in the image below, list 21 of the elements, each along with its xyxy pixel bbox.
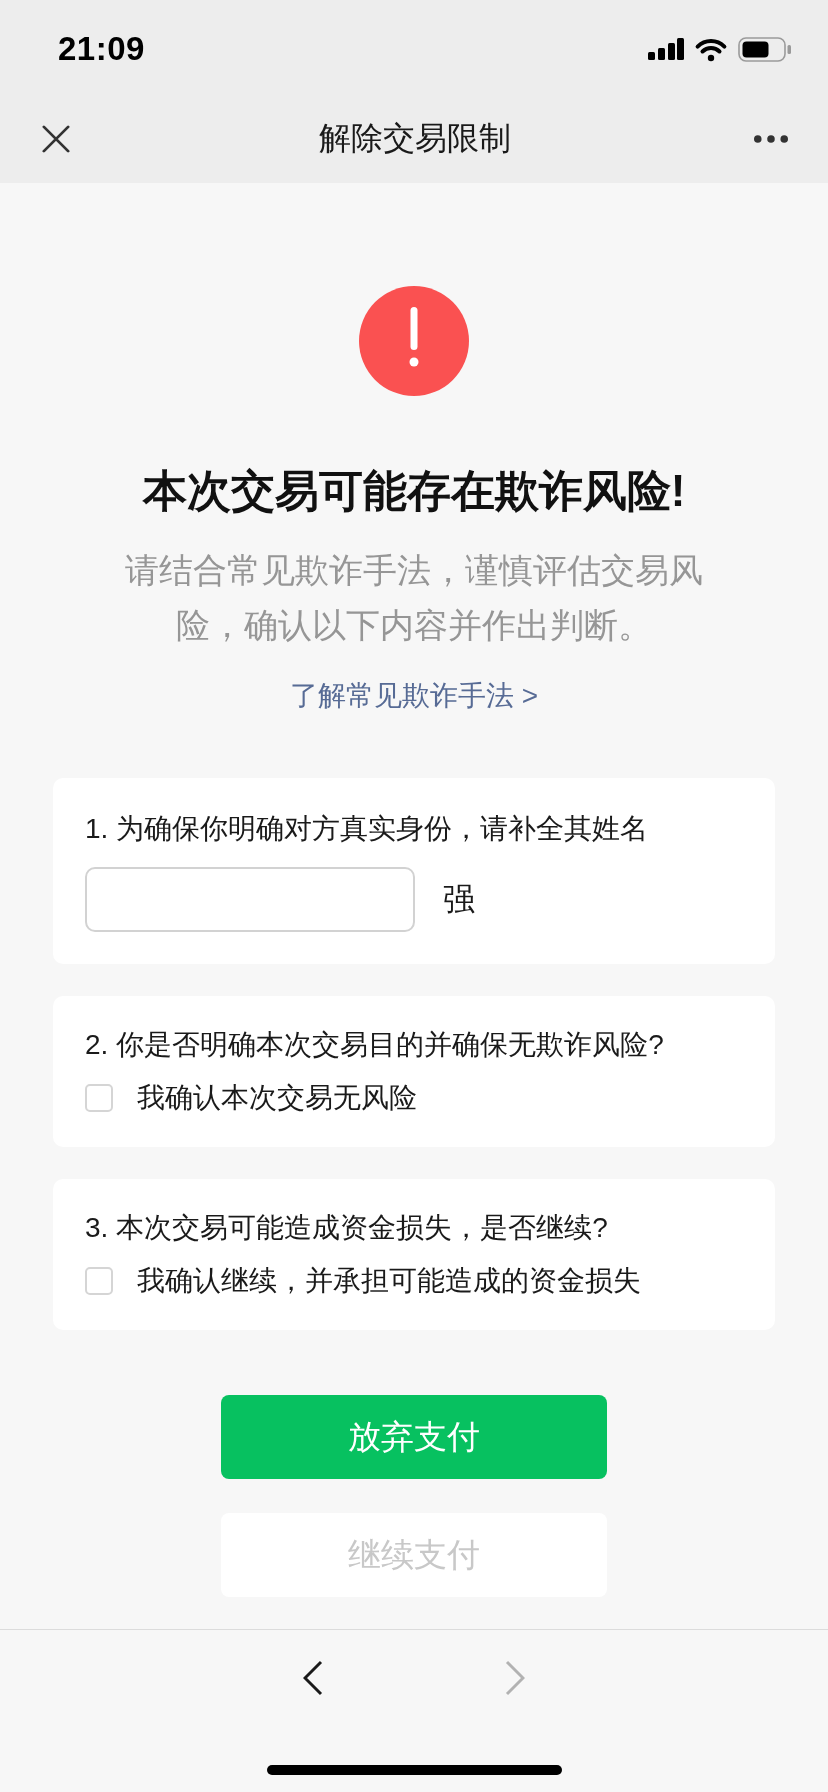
clock-time: 21:09 xyxy=(58,30,145,68)
battery-icon xyxy=(738,36,792,62)
checkbox[interactable] xyxy=(85,1267,113,1295)
warning-heading: 本次交易可能存在欺诈风险! xyxy=(142,465,686,517)
chevron-left-icon[interactable] xyxy=(303,1660,323,1696)
wifi-icon xyxy=(694,36,728,62)
exclamation-icon xyxy=(359,286,469,396)
checkbox-label[interactable]: 我确认继续，并承担可能造成的资金损失 xyxy=(137,1261,641,1301)
fraud-tips-link[interactable]: 了解常见欺诈手法 > xyxy=(289,676,539,716)
question-text: 1. 为确保你明确对方真实身份，请补全其姓名 xyxy=(85,812,650,846)
page-title: 解除交易限制 xyxy=(319,118,511,158)
given-name-text: 强 xyxy=(443,879,475,919)
checkbox[interactable] xyxy=(85,1084,113,1112)
checkbox-label[interactable]: 我确认本次交易无风险 xyxy=(137,1078,417,1118)
name-input-field[interactable] xyxy=(85,867,415,932)
question-text: 3. 本次交易可能造成资金损失，是否继续? xyxy=(85,1211,609,1245)
close-icon[interactable] xyxy=(42,124,70,153)
warning-description: 请结合常见欺诈手法，谨慎评估交易风险，确认以下内容并作出判断。 xyxy=(124,550,704,646)
more-icon[interactable] xyxy=(754,134,788,143)
signal-icon xyxy=(648,38,684,60)
question-text: 2. 你是否明确本次交易目的并确保无欺诈风险? xyxy=(85,1028,665,1062)
